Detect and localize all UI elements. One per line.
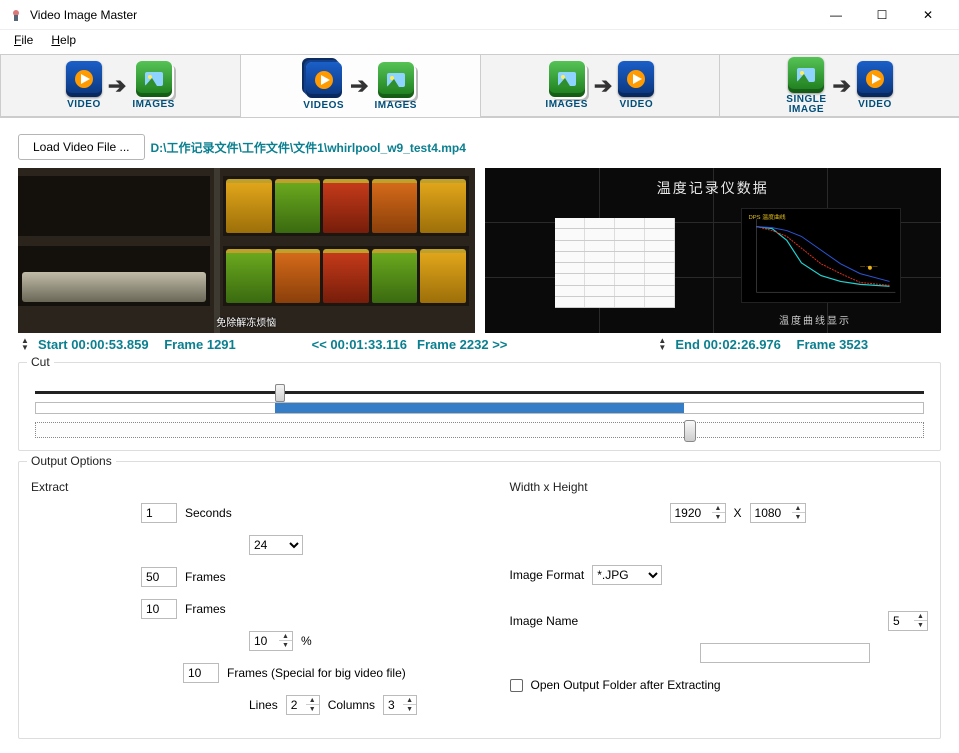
fps-select[interactable]: 24 xyxy=(249,535,303,555)
output-options-group: Output Options Extract Seconds 24 Frames… xyxy=(18,461,941,739)
cut-legend: Cut xyxy=(27,355,54,369)
columns-stepper[interactable]: ▲▼ xyxy=(403,695,417,715)
arrow-icon: ➔ xyxy=(108,73,126,99)
start-frame-preview: 免除解冻烦恼 xyxy=(18,168,475,333)
menu-file[interactable]: File xyxy=(6,32,41,48)
extract-label: Extract xyxy=(31,480,450,494)
open-folder-checkbox[interactable] xyxy=(510,679,523,692)
menu-help[interactable]: Help xyxy=(43,32,84,48)
output-legend: Output Options xyxy=(27,454,116,468)
seconds-label: Seconds xyxy=(185,506,232,520)
percent-input[interactable] xyxy=(249,631,279,651)
videos-icon xyxy=(306,62,342,98)
name-number-input[interactable] xyxy=(888,611,914,631)
x-label: X xyxy=(734,506,742,520)
end-frame-label: Frame 3523 xyxy=(797,337,869,352)
arrow-icon: ➔ xyxy=(350,73,368,99)
start-time-stepper[interactable]: ▲▼ xyxy=(18,338,32,351)
images-icon xyxy=(136,61,172,97)
svg-text:— — —: — — — xyxy=(860,265,877,270)
cut-end-slider[interactable] xyxy=(35,422,924,438)
arrow-icon: ➔ xyxy=(594,73,612,99)
frames2-input[interactable] xyxy=(141,599,177,619)
percent-stepper[interactable]: ▲▼ xyxy=(279,631,293,651)
seconds-input[interactable] xyxy=(141,503,177,523)
menubar: File Help xyxy=(0,30,959,50)
cut-range-bar xyxy=(35,402,924,414)
preview2-chart: DPS 温度曲线 — — — xyxy=(741,208,901,303)
arrow-icon: ➔ xyxy=(833,73,851,99)
minimize-button[interactable]: — xyxy=(813,0,859,30)
loaded-filepath: D:\工作记录文件\工作文件\文件1\whirlpool_w9_test4.mp… xyxy=(151,139,466,156)
center-time-prev[interactable]: << 00:01:33.116 xyxy=(312,337,407,352)
titlebar: Video Image Master — ☐ ✕ xyxy=(0,0,959,30)
frames2-label: Frames xyxy=(185,602,226,616)
columns-input[interactable] xyxy=(383,695,403,715)
height-stepper[interactable]: ▲▼ xyxy=(792,503,806,523)
width-input[interactable] xyxy=(670,503,712,523)
video-icon xyxy=(857,61,893,97)
image-name-label: Image Name xyxy=(510,614,579,628)
single-image-icon xyxy=(788,57,824,93)
images-icon xyxy=(378,62,414,98)
frames1-label: Frames xyxy=(185,570,226,584)
cut-group: Cut xyxy=(18,362,941,451)
lines-stepper[interactable]: ▲▼ xyxy=(306,695,320,715)
maximize-button[interactable]: ☐ xyxy=(859,0,905,30)
svg-text:DPS 温度曲线: DPS 温度曲线 xyxy=(749,213,786,221)
lines-label: Lines xyxy=(249,698,278,712)
app-icon xyxy=(8,7,24,23)
name-number-stepper[interactable]: ▲▼ xyxy=(914,611,928,631)
columns-label: Columns xyxy=(328,698,375,712)
preview1-caption: 免除解冻烦恼 xyxy=(18,314,475,329)
images-icon xyxy=(549,61,585,97)
percent-label: % xyxy=(301,634,312,648)
center-frame-next[interactable]: Frame 2232 >> xyxy=(417,337,507,352)
frames1-input[interactable] xyxy=(141,567,177,587)
start-frame-label: Frame 1291 xyxy=(164,337,236,352)
width-stepper[interactable]: ▲▼ xyxy=(712,503,726,523)
height-input[interactable] xyxy=(750,503,792,523)
end-time-label: End 00:02:26.976 xyxy=(675,337,781,352)
open-folder-label: Open Output Folder after Extracting xyxy=(531,678,721,692)
end-frame-preview: 温度记录仪数据 DPS 温度曲线 xyxy=(485,168,942,333)
preview2-table xyxy=(555,218,675,308)
end-time-stepper[interactable]: ▲▼ xyxy=(655,338,669,351)
image-format-label: Image Format xyxy=(510,568,585,582)
tab-single-image-to-video[interactable]: SINGLE IMAGE ➔ VIDEO xyxy=(719,54,959,117)
special-frames-label: Frames (Special for big video file) xyxy=(227,666,406,680)
load-video-button[interactable]: Load Video File ... xyxy=(18,134,145,160)
preview2-subtitle: 温度曲线显示 xyxy=(779,312,851,327)
window-title: Video Image Master xyxy=(30,8,137,22)
tab-video-to-images[interactable]: VIDEO ➔ IMAGES xyxy=(0,54,241,117)
lines-input[interactable] xyxy=(286,695,306,715)
tabstrip: VIDEO ➔ IMAGES VIDEOS ➔ IMAGES IMAGES ➔ … xyxy=(0,54,959,118)
start-time-label: Start 00:00:53.859 xyxy=(38,337,149,352)
special-frames-input[interactable] xyxy=(183,663,219,683)
image-format-select[interactable]: *.JPG xyxy=(592,565,662,585)
video-icon xyxy=(618,61,654,97)
cut-start-slider[interactable] xyxy=(35,391,924,394)
image-name-field[interactable] xyxy=(700,643,870,663)
close-button[interactable]: ✕ xyxy=(905,0,951,30)
tab-images-to-video[interactable]: IMAGES ➔ VIDEO xyxy=(480,54,721,117)
wh-label: Width x Height xyxy=(510,480,929,494)
video-icon xyxy=(66,61,102,97)
preview2-title: 温度记录仪数据 xyxy=(657,178,769,198)
tab-videos-to-images[interactable]: VIDEOS ➔ IMAGES xyxy=(240,54,481,117)
